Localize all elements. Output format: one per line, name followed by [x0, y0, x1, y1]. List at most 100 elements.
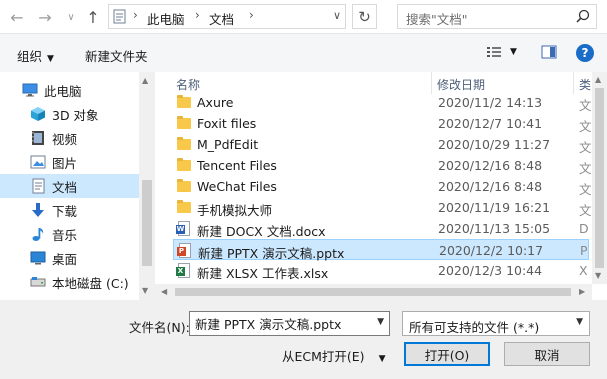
filename-combobox[interactable]: ▼ [189, 311, 390, 336]
open-button[interactable]: 打开(O) [404, 342, 490, 366]
sidebar-item-this-pc[interactable]: 此电脑 [0, 78, 140, 102]
sidebar-item-label: 音乐 [52, 227, 78, 243]
breadcrumb-this-pc[interactable]: 此电脑 [147, 9, 185, 28]
file-list: 名称 修改日期 类 Axure 2020/11/2 14:13 文 Foxit … [155, 72, 607, 300]
refresh-icon: ↻ [358, 7, 371, 26]
file-name: Foxit files [197, 116, 257, 131]
file-type-filter[interactable]: 所有可支持的文件 (*.*) ▼ [402, 311, 590, 336]
sidebar-item-local-disk-c[interactable]: 本地磁盘 (C:) [0, 270, 140, 294]
recent-locations-chevron-icon[interactable]: ∨ [60, 6, 82, 28]
file-row[interactable]: Tencent Files 2020/12/16 8:48 文 [173, 155, 591, 176]
monitor-icon [22, 82, 38, 98]
file-row[interactable]: X 新建 XLSX 工作表.xlsx 2020/12/3 10:44 X [173, 260, 589, 281]
file-date: 2020/11/13 15:05 [438, 221, 551, 236]
help-icon[interactable]: ? [576, 44, 594, 62]
new-folder-button[interactable]: 新建文件夹 [85, 46, 148, 65]
file-row[interactable]: W 新建 DOCX 文档.docx 2020/11/13 15:05 D [173, 218, 589, 239]
sidebar-item-label: 本地磁盘 (C:) [52, 275, 129, 291]
sidebar-item-documents[interactable]: 文档 [0, 174, 140, 198]
scrollbar-thumb[interactable] [175, 288, 571, 296]
filename-dropdown-icon[interactable]: ▼ [377, 317, 384, 327]
file-type: 文 [579, 140, 591, 155]
caret-down-icon: ▼ [47, 54, 54, 64]
file-date: 2020/12/2 10:17 [439, 243, 544, 258]
sidebar-item-pictures[interactable]: 图片 [0, 150, 140, 174]
file-name: 新建 XLSX 工作表.xlsx [197, 266, 329, 281]
scroll-right-arrow-icon[interactable]: ▶ [579, 287, 585, 296]
up-arrow-icon[interactable]: ↑ [82, 6, 104, 28]
sidebar-item-label: 下载 [52, 203, 78, 219]
column-header-name[interactable]: 名称 [176, 72, 200, 94]
filename-field[interactable] [195, 316, 365, 331]
sidebar-item-label: 3D 对象 [52, 107, 99, 123]
breadcrumb-separator[interactable]: › [195, 8, 200, 22]
file-row[interactable]: 手机模拟大师 2020/11/19 16:21 文 [173, 197, 591, 218]
file-name: 新建 DOCX 文档.docx [197, 224, 326, 239]
view-options-icon[interactable] [486, 45, 502, 59]
organize-menu[interactable]: 组织 ▼ [17, 46, 54, 65]
cancel-button[interactable]: 取消 [504, 342, 590, 366]
open-from-ecm-label: 从ECM打开(E) [282, 349, 365, 364]
folder-icon [177, 200, 191, 214]
forward-arrow-icon[interactable]: → [34, 6, 56, 28]
column-header-type[interactable]: 类 [579, 72, 591, 94]
back-arrow-icon[interactable]: ← [6, 6, 28, 28]
caret-down-icon: ▼ [378, 354, 386, 364]
file-list-vertical-scrollbar[interactable]: ▲ ▼ [592, 72, 607, 284]
search-placeholder: 搜索"文档" [406, 12, 468, 27]
organize-label: 组织 [17, 49, 43, 64]
file-date: 2020/12/7 10:41 [438, 116, 543, 131]
music-icon [30, 226, 46, 242]
file-row[interactable]: Foxit files 2020/12/7 10:41 文 [173, 113, 591, 134]
sidebar-item-3d-objects[interactable]: 3D 对象 [0, 102, 140, 126]
column-divider[interactable] [573, 72, 574, 94]
search-input[interactable]: 搜索"文档" [397, 4, 597, 29]
file-row[interactable]: WeChat Files 2020/12/16 8:48 文 [173, 176, 591, 197]
breadcrumb-separator[interactable]: › [249, 8, 254, 22]
scroll-left-arrow-icon[interactable]: ◀ [161, 287, 167, 296]
scroll-down-arrow-icon[interactable]: ▼ [595, 271, 601, 280]
view-options-caret-icon[interactable]: ▼ [510, 47, 517, 57]
scrollbar-thumb[interactable] [595, 88, 604, 268]
scroll-up-arrow-icon[interactable]: ▲ [595, 75, 601, 84]
file-type: P [580, 243, 588, 258]
file-date: 2020/11/19 16:21 [438, 200, 551, 215]
column-header-date[interactable]: 修改日期 [437, 72, 485, 94]
breadcrumb-documents[interactable]: 文档 [209, 9, 234, 28]
powerpoint-doc-icon: P [177, 243, 192, 258]
scroll-up-arrow-icon[interactable]: ▲ [142, 76, 148, 85]
file-type: D [579, 221, 589, 236]
file-type: 文 [579, 182, 591, 197]
scrollbar-thumb[interactable] [142, 180, 152, 266]
sidebar-item-desktop[interactable]: 桌面 [0, 246, 140, 270]
file-type: 文 [579, 203, 591, 218]
preview-pane-icon[interactable] [541, 45, 557, 59]
sidebar-item-label: 桌面 [52, 251, 78, 267]
chevron-down-icon[interactable]: ▼ [576, 317, 583, 327]
file-name: Axure [197, 95, 234, 110]
file-date: 2020/12/16 8:48 [438, 179, 543, 194]
navigation-scrollbar[interactable]: ▲ ▼ [139, 72, 155, 300]
file-list-horizontal-scrollbar[interactable]: ◀ ▶ [155, 284, 592, 300]
folder-icon [177, 137, 191, 151]
address-dropdown-icon[interactable]: ∨ [333, 9, 341, 22]
dialog-footer: 文件名(N): ▼ 所有可支持的文件 (*.*) ▼ 从ECM打开(E) ▼ 打开… [0, 300, 607, 379]
open-from-ecm-button[interactable]: 从ECM打开(E) ▼ [282, 346, 385, 365]
address-bar[interactable]: › 此电脑 › 文档 › ∨ [108, 4, 346, 29]
file-row-selected[interactable]: P 新建 PPTX 演示文稿.pptx 2020/12/2 10:17 P [173, 239, 589, 261]
file-row[interactable]: Axure 2020/11/2 14:13 文 [173, 92, 591, 113]
breadcrumb-separator: › [133, 8, 138, 22]
excel-doc-icon: X [176, 263, 191, 278]
file-type: 文 [579, 119, 591, 134]
sidebar-item-music[interactable]: 音乐 [0, 222, 140, 246]
sidebar-item-videos[interactable]: 视频 [0, 126, 140, 150]
drive-icon [30, 274, 46, 290]
folder-icon [177, 158, 191, 172]
scroll-down-arrow-icon[interactable]: ▼ [142, 286, 148, 295]
sidebar-item-label: 图片 [52, 155, 78, 171]
document-icon [30, 178, 46, 194]
refresh-button[interactable]: ↻ [352, 4, 377, 29]
file-row[interactable]: M_PdfEdit 2020/10/29 11:27 文 [173, 134, 591, 155]
column-divider[interactable] [431, 72, 432, 94]
sidebar-item-downloads[interactable]: 下载 [0, 198, 140, 222]
